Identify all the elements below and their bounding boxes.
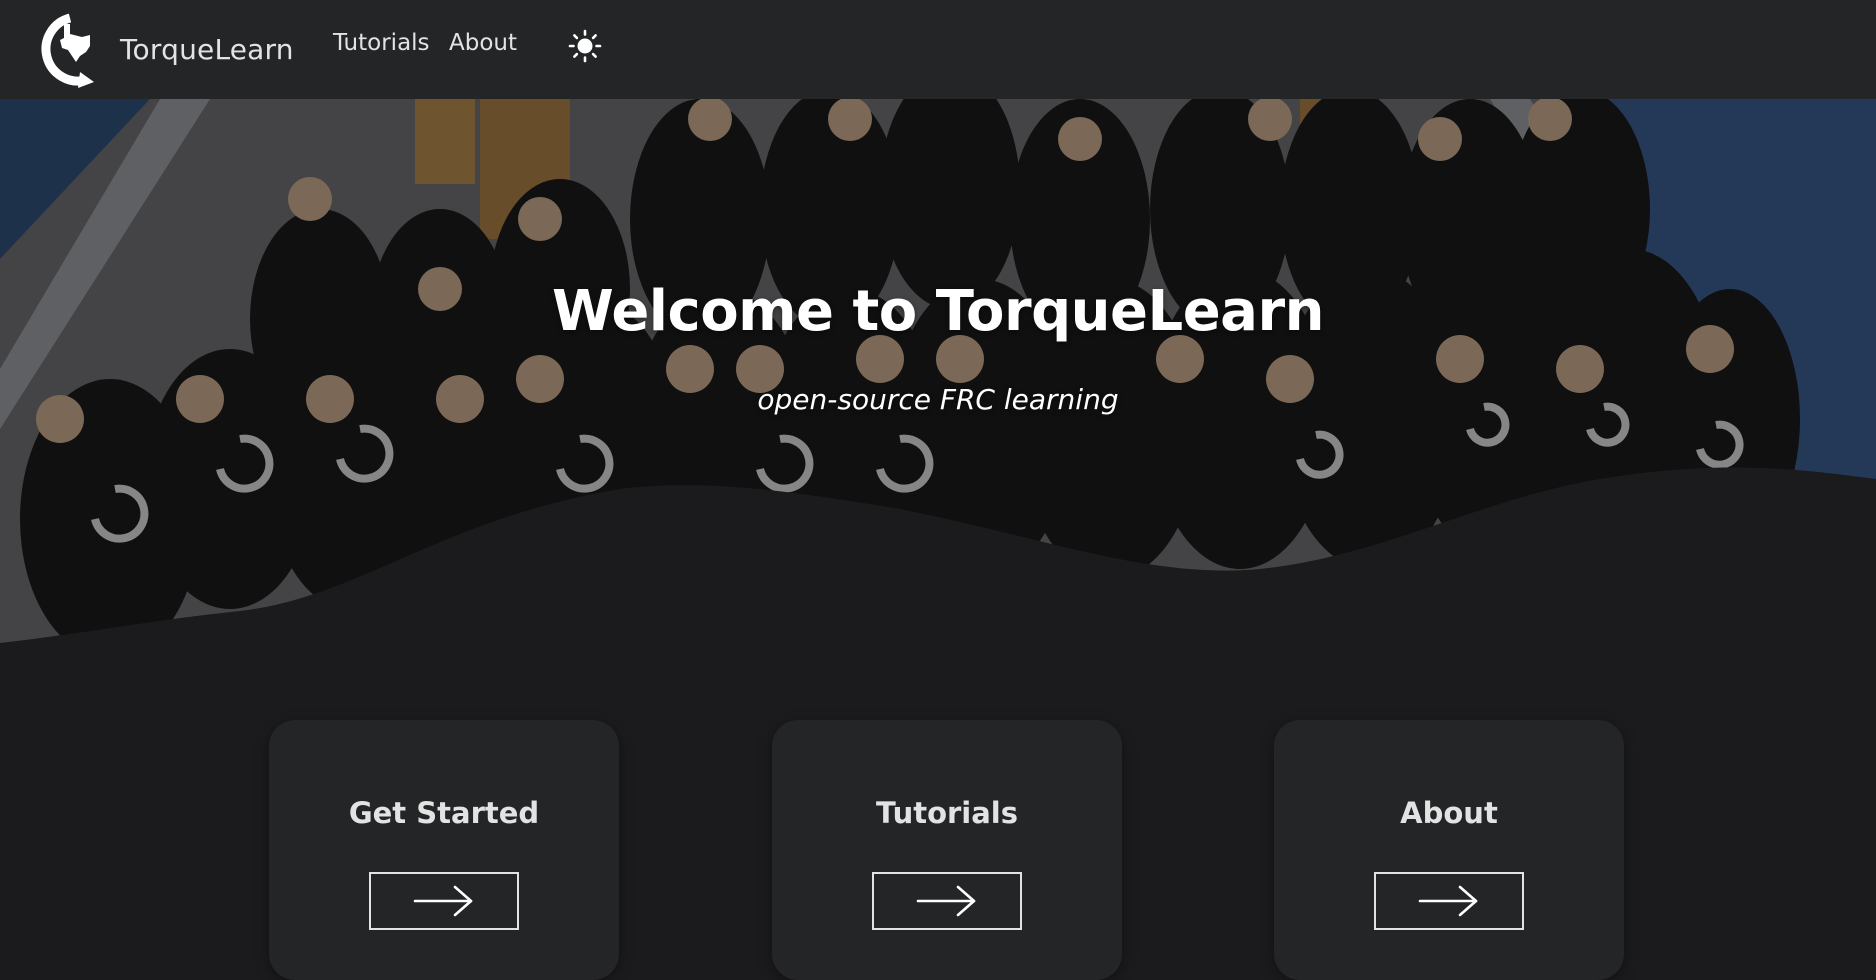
card-get-started: Get Started — [269, 720, 619, 980]
hero-title: Welcome to TorqueLearn — [552, 279, 1324, 344]
nav-link-tutorials[interactable]: Tutorials — [333, 30, 430, 56]
card-title: Tutorials — [875, 796, 1019, 830]
hero-wave-divider — [0, 467, 1876, 643]
about-button[interactable] — [1374, 872, 1524, 930]
card-tutorials: Tutorials — [772, 720, 1122, 980]
hero-banner: Welcome to TorqueLearn open-source FRC l… — [0, 99, 1876, 643]
theme-toggle-button[interactable] — [568, 29, 602, 63]
torquelearn-logo-icon — [41, 13, 94, 88]
card-title: Get Started — [348, 796, 540, 830]
nav-link-about[interactable]: About — [449, 30, 517, 56]
hero-subtitle: open-source FRC learning — [757, 383, 1119, 416]
sun-icon — [568, 29, 602, 63]
get-started-button[interactable] — [369, 872, 519, 930]
feature-cards: Get Started Tutorials About — [0, 720, 1876, 980]
arrow-right-icon — [916, 885, 976, 917]
brand-link[interactable]: TorqueLearn — [34, 0, 294, 99]
arrow-right-icon — [413, 885, 473, 917]
card-title: About — [1400, 796, 1498, 830]
brand-title: TorqueLearn — [120, 33, 294, 66]
arrow-right-icon — [1418, 885, 1478, 917]
tutorials-button[interactable] — [872, 872, 1022, 930]
navbar: TorqueLearn Tutorials About — [0, 0, 1876, 99]
card-about: About — [1274, 720, 1624, 980]
